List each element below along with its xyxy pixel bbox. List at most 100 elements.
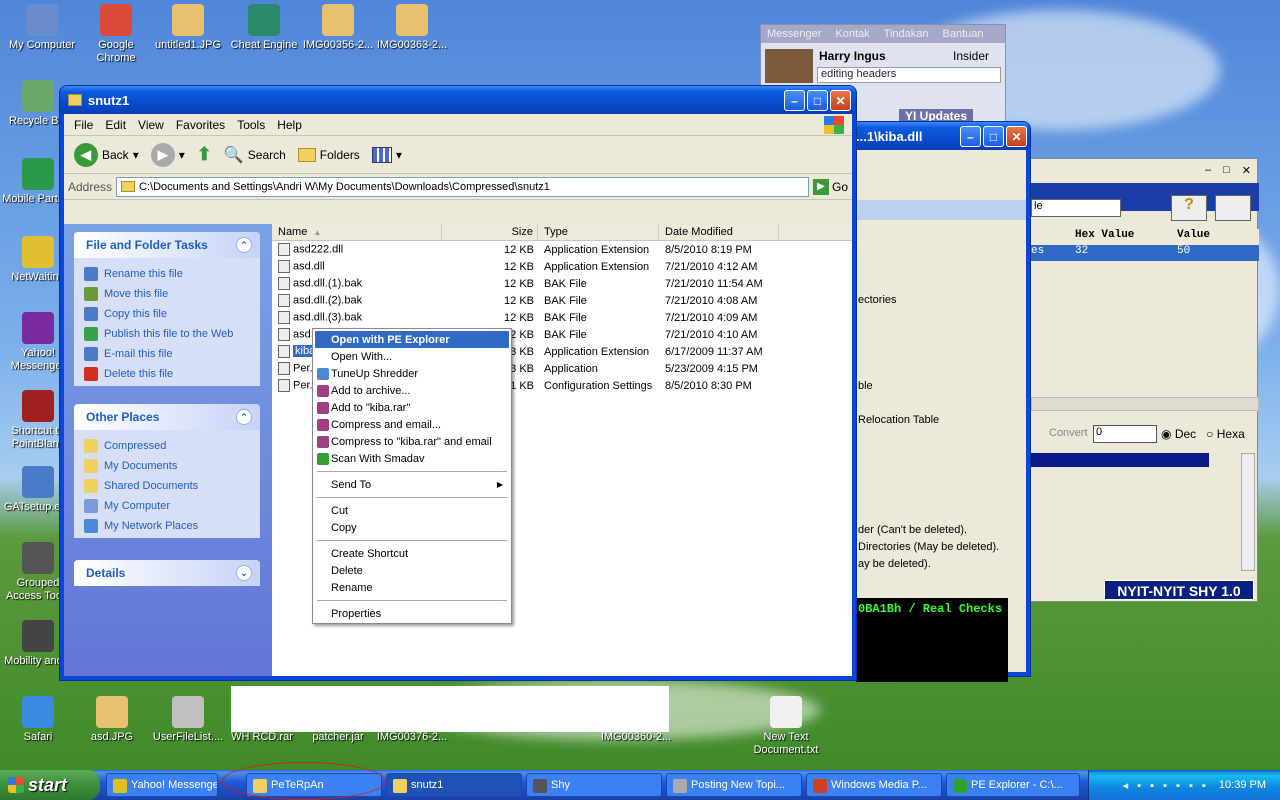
taskbar-item-2[interactable]: snutz1	[386, 773, 522, 797]
start-button[interactable]: start	[0, 770, 100, 800]
messenger-menu-0[interactable]: Messenger	[767, 28, 821, 40]
views-button[interactable]: ▾	[368, 145, 406, 165]
close-icon[interactable]: ✕	[1242, 164, 1251, 177]
context-properties[interactable]: Properties	[315, 605, 509, 622]
place-link-2[interactable]: Shared Documents	[84, 476, 250, 496]
pe-item-0[interactable]: ectories	[858, 294, 897, 306]
menu-file[interactable]: File	[68, 116, 99, 134]
maximize-button[interactable]: □	[807, 90, 828, 111]
menu-tools[interactable]: Tools	[231, 116, 271, 134]
desktop-icon-1[interactable]: Google Chrome	[78, 4, 154, 65]
task-link-0[interactable]: Rename this file	[84, 264, 250, 284]
desktop-icon-4[interactable]: IMG00356-2...	[300, 4, 376, 52]
pe-item-1[interactable]: ble	[858, 380, 873, 392]
context-item-3[interactable]: Add to archive...	[315, 382, 509, 399]
desktop-icon-5[interactable]: IMG00363-2...	[374, 4, 450, 52]
context-item-5[interactable]: Compress and email...	[315, 416, 509, 433]
taskbar-item-5[interactable]: Windows Media P...	[806, 773, 942, 797]
convert-input[interactable]: 0	[1093, 425, 1157, 443]
task-link-4[interactable]: E-mail this file	[84, 344, 250, 364]
hexa-radio[interactable]: ○ Hexa	[1206, 427, 1245, 441]
context-send-to[interactable]: Send To ▶	[315, 476, 509, 493]
messenger-menu-2[interactable]: Tindakan	[884, 28, 929, 40]
help-icon[interactable]: ?	[1171, 195, 1207, 221]
pe-item-2[interactable]: Relocation Table	[858, 414, 939, 426]
place-link-1[interactable]: My Documents	[84, 456, 250, 476]
folders-button[interactable]: Folders	[294, 146, 364, 164]
chevron-down-icon[interactable]: ⌄	[236, 565, 252, 581]
desktop-icon-3[interactable]: Cheat Engine	[226, 4, 302, 52]
menu-favorites[interactable]: Favorites	[170, 116, 231, 134]
messenger-menu-1[interactable]: Kontak	[835, 28, 869, 40]
messenger-status-label[interactable]: Insider	[953, 49, 989, 63]
context-item-1[interactable]: Open With...	[315, 348, 509, 365]
messenger-menu-3[interactable]: Bantuan	[943, 28, 984, 40]
taskbar-item-0[interactable]: Yahoo! Messenger	[106, 773, 218, 797]
context-item-7[interactable]: Scan With Smadav	[315, 450, 509, 467]
hex-combo[interactable]: le	[1031, 199, 1121, 217]
context-item-g4-2[interactable]: Rename	[315, 579, 509, 596]
context-cut[interactable]: Cut	[315, 502, 509, 519]
go-button[interactable]: ▶ Go	[812, 178, 848, 195]
context-item-2[interactable]: TuneUp Shredder	[315, 365, 509, 382]
context-copy[interactable]: Copy	[315, 519, 509, 536]
minimize-icon[interactable]: –	[1205, 164, 1211, 176]
close-button[interactable]: ✕	[830, 90, 851, 111]
menu-help[interactable]: Help	[271, 116, 308, 134]
context-item-6[interactable]: Compress to "kiba.rar" and email	[315, 433, 509, 450]
dec-radio[interactable]: ◉ Dec	[1161, 427, 1196, 441]
clock[interactable]: 10:39 PM	[1219, 779, 1266, 791]
yi-updates-tab[interactable]: YI Updates	[899, 109, 974, 123]
task-link-1[interactable]: Move this file	[84, 284, 250, 304]
task-link-5[interactable]: Delete this file	[84, 364, 250, 384]
hex-v-scrollbar[interactable]	[1241, 453, 1255, 571]
task-link-3[interactable]: Publish this file to the Web	[84, 324, 250, 344]
file-row[interactable]: asd.dll.(1).bak 12 KB BAK File 7/21/2010 11…	[272, 275, 852, 292]
context-item-g4-0[interactable]: Create Shortcut	[315, 545, 509, 562]
desktop-icon-16[interactable]: UserFileList....	[150, 696, 226, 744]
desktop-icon-21[interactable]: New Text Document.txt	[748, 696, 824, 757]
column-date[interactable]: Date Modified	[659, 224, 779, 240]
file-tasks-header[interactable]: File and Folder Tasks ⌃	[74, 232, 260, 258]
menu-view[interactable]: View	[132, 116, 170, 134]
minimize-button[interactable]: –	[784, 90, 805, 111]
task-link-2[interactable]: Copy this file	[84, 304, 250, 324]
context-item-4[interactable]: Add to "kiba.rar"	[315, 399, 509, 416]
place-link-3[interactable]: My Computer	[84, 496, 250, 516]
up-button[interactable]: ⬆	[193, 142, 216, 167]
column-type[interactable]: Type	[538, 224, 659, 240]
column-size[interactable]: Size	[442, 224, 538, 240]
hex-row[interactable]: es 32 50	[1031, 245, 1259, 261]
file-row[interactable]: asd.dll.(2).bak 12 KB BAK File 7/21/2010 4:…	[272, 292, 852, 309]
file-row[interactable]: asd.dll.(3).bak 12 KB BAK File 7/21/2010 4:…	[272, 309, 852, 326]
minimize-button[interactable]: –	[960, 126, 981, 147]
taskbar-item-3[interactable]: Shy	[526, 773, 662, 797]
details-header[interactable]: Details ⌄	[74, 560, 260, 586]
chevron-up-icon[interactable]: ⌃	[236, 237, 252, 253]
status-message-field[interactable]: editing headers	[817, 67, 1001, 83]
messenger-username[interactable]: Harry Ingus	[819, 49, 886, 63]
desktop-icon-0[interactable]: My Computer	[4, 4, 80, 52]
desktop-icon-14[interactable]: Safari	[0, 696, 76, 744]
desktop-icon-2[interactable]: untitled1.JPG	[150, 4, 226, 52]
taskbar-item-4[interactable]: Posting New Topi...	[666, 773, 802, 797]
close-button[interactable]: ✕	[1006, 126, 1027, 147]
file-row[interactable]: asd222.dll 12 KB Application Extension 8/5/…	[272, 241, 852, 258]
chevron-up-icon[interactable]: ⌃	[236, 409, 252, 425]
back-button[interactable]: ◀ Back ▾	[70, 141, 143, 169]
desktop-icon-15[interactable]: asd.JPG	[74, 696, 150, 744]
place-link-4[interactable]: My Network Places	[84, 516, 250, 536]
forward-button[interactable]: ▶ ▾	[147, 141, 189, 169]
menu-edit[interactable]: Edit	[99, 116, 132, 134]
file-row[interactable]: asd.dll 12 KB Application Extension 7/21/20…	[272, 258, 852, 275]
context-item-0[interactable]: Open with PE Explorer	[315, 331, 509, 348]
maximize-icon[interactable]: □	[1223, 164, 1230, 176]
exit-icon[interactable]	[1215, 195, 1251, 221]
hex-h-scrollbar[interactable]	[1031, 397, 1259, 411]
column-name[interactable]: Name ▲	[272, 224, 442, 240]
taskbar-item-6[interactable]: PE Explorer - C:\...	[946, 773, 1080, 797]
maximize-button[interactable]: □	[983, 126, 1004, 147]
context-item-g4-1[interactable]: Delete	[315, 562, 509, 579]
other-places-header[interactable]: Other Places ⌃	[74, 404, 260, 430]
address-input[interactable]: C:\Documents and Settings\Andri W\My Doc…	[116, 176, 809, 197]
